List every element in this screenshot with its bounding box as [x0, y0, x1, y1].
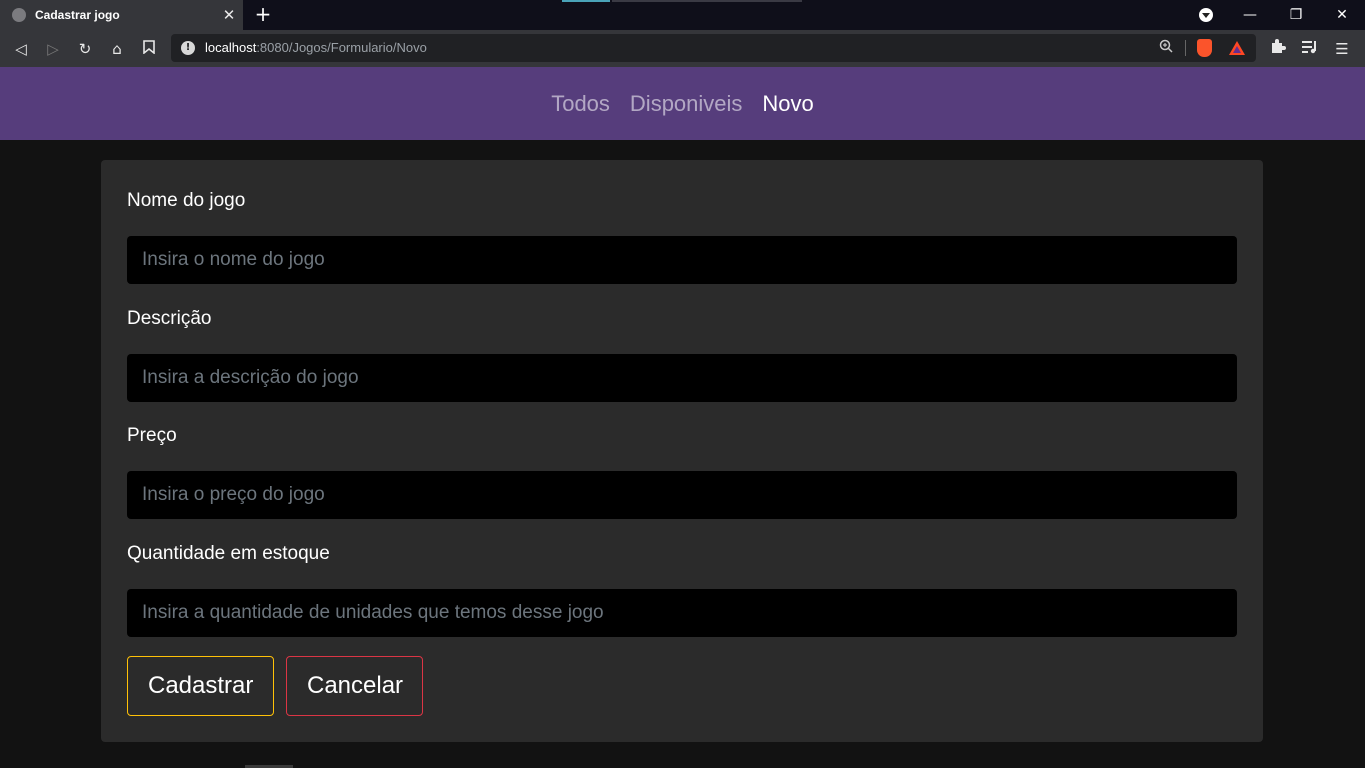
- reload-icon[interactable]: ↻: [73, 37, 97, 61]
- zoom-icon[interactable]: [1159, 39, 1173, 57]
- address-bar[interactable]: ! localhost:8080/Jogos/Formulario/Novo: [171, 34, 1256, 62]
- tab-strip-indicator: [562, 0, 610, 2]
- globe-icon: [12, 8, 26, 22]
- tab-title: Cadastrar jogo: [35, 8, 120, 22]
- description-input[interactable]: [127, 354, 1237, 402]
- playlist-glyph: [1302, 41, 1316, 54]
- nav-link-disponiveis[interactable]: Disponiveis: [630, 91, 743, 117]
- browser-toolbar: ◁ ▷ ↻ ⌂ ! localhost:8080/Jogos/Formulari…: [0, 30, 1365, 67]
- brave-shields-icon[interactable]: [1197, 39, 1212, 57]
- url-host: localhost: [205, 40, 257, 55]
- tab-search-icon[interactable]: [1199, 8, 1213, 22]
- stock-label: Quantidade em estoque: [127, 543, 330, 564]
- info-icon[interactable]: !: [181, 41, 195, 55]
- puzzle-glyph: [1272, 39, 1286, 53]
- bookmark-glyph: [143, 40, 155, 55]
- browser-tab-strip: Cadastrar jogo ✕ + — ❐ ✕: [0, 0, 1365, 30]
- name-label: Nome do jogo: [127, 190, 246, 211]
- stock-input[interactable]: [127, 589, 1237, 637]
- brave-rewards-icon[interactable]: [1229, 41, 1245, 55]
- urlbar-divider: [1185, 40, 1186, 56]
- new-game-form: Nome do jogo Descrição Preço Quantidade …: [101, 160, 1263, 742]
- nav-link-novo[interactable]: Novo: [762, 91, 813, 117]
- home-icon[interactable]: ⌂: [105, 37, 129, 61]
- media-playlist-icon[interactable]: [1298, 37, 1322, 61]
- extensions-icon[interactable]: [1266, 37, 1290, 61]
- description-label: Descrição: [127, 308, 212, 329]
- restore-button[interactable]: ❐: [1273, 0, 1319, 30]
- url-text[interactable]: localhost:8080/Jogos/Formulario/Novo: [205, 40, 427, 55]
- cancel-button[interactable]: Cancelar: [286, 656, 423, 716]
- tab-strip-indicator-secondary: [612, 0, 802, 2]
- new-tab-button[interactable]: +: [252, 4, 274, 26]
- minimize-button[interactable]: —: [1227, 0, 1273, 30]
- url-path: :8080/Jogos/Formulario/Novo: [256, 40, 427, 55]
- nav-link-todos[interactable]: Todos: [551, 91, 610, 117]
- zoom-glyph: [1159, 39, 1173, 53]
- back-icon[interactable]: ◁: [9, 37, 33, 61]
- tab-close-icon[interactable]: ✕: [219, 6, 239, 24]
- top-navbar: Todos Disponiveis Novo: [0, 67, 1365, 140]
- window-close-button[interactable]: ✕: [1319, 0, 1365, 30]
- cadastrar-button[interactable]: Cadastrar: [127, 656, 274, 716]
- price-input[interactable]: [127, 471, 1237, 519]
- price-label: Preço: [127, 425, 177, 446]
- name-input[interactable]: [127, 236, 1237, 284]
- bookmark-icon[interactable]: [137, 37, 161, 61]
- forward-icon[interactable]: ▷: [41, 37, 65, 61]
- browser-tab[interactable]: Cadastrar jogo ✕: [0, 0, 243, 30]
- main-menu-icon[interactable]: ☰: [1330, 37, 1354, 61]
